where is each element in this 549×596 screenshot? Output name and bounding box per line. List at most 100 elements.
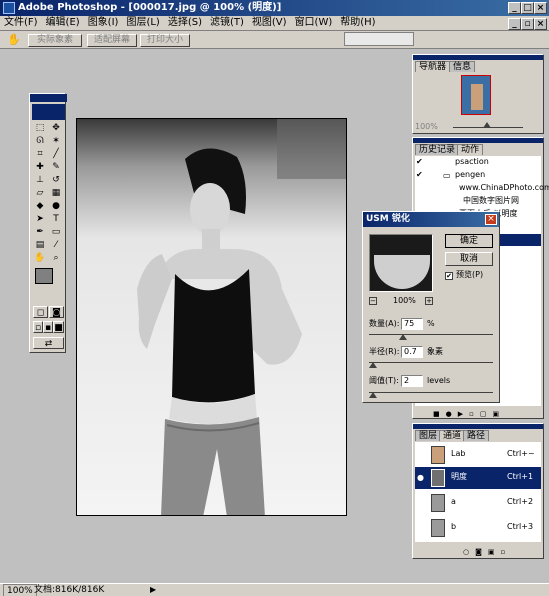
menu-layer[interactable]: 图层(L)	[122, 16, 163, 30]
tab-navigator[interactable]: 导航器	[415, 61, 451, 72]
radius-slider[interactable]	[369, 362, 493, 363]
doc-minimize-icon[interactable]: _	[508, 18, 521, 30]
threshold-label: 阈值(T):	[369, 376, 399, 385]
history-brush-icon[interactable]: ↺	[49, 174, 63, 186]
channel-buttons-row[interactable]: ○◙▣▫	[463, 548, 511, 556]
document-canvas[interactable]	[76, 118, 347, 516]
doc-restore-icon[interactable]: ▫	[521, 18, 534, 30]
action-buttons-row[interactable]: ■●▶▫▢▣	[433, 410, 533, 418]
dialog-close-icon[interactable]: ×	[485, 214, 497, 225]
shape-tool-icon[interactable]: ▭	[49, 226, 63, 238]
zoom-tool-icon[interactable]: ⌕	[49, 252, 63, 264]
amount-slider[interactable]	[369, 334, 493, 335]
action-row[interactable]: 中国数字图片网	[415, 195, 541, 207]
dodge-tool-icon[interactable]: ●	[49, 200, 63, 212]
fit-screen-button[interactable]: 适配屏幕	[87, 34, 137, 47]
maximize-icon[interactable]: □	[521, 2, 534, 14]
channel-row-a[interactable]: a Ctrl+2	[415, 492, 541, 514]
status-arrow-icon[interactable]: ▶	[150, 584, 156, 596]
navigator-slider-thumb[interactable]	[483, 122, 491, 128]
action-row[interactable]: www.ChinaDPhoto.com	[415, 182, 549, 194]
amount-slider-thumb[interactable]	[399, 334, 407, 340]
type-tool-icon[interactable]: T	[49, 213, 63, 225]
threshold-slider-thumb[interactable]	[369, 392, 377, 398]
magic-wand-tool-icon[interactable]: ✶	[49, 135, 63, 147]
path-select-icon[interactable]: ➤	[33, 213, 47, 225]
tab-layers[interactable]: 图层	[415, 430, 442, 441]
tab-info[interactable]: 信息	[449, 61, 476, 72]
close-icon[interactable]: ×	[534, 2, 547, 14]
menu-edit[interactable]: 编辑(E)	[42, 16, 84, 30]
channel-row-b[interactable]: b Ctrl+3	[415, 517, 541, 539]
menu-window[interactable]: 窗口(W)	[291, 16, 337, 30]
foreground-color-swatch[interactable]	[35, 268, 53, 284]
menu-bar: 文件(F) 编辑(E) 图象(I) 图层(L) 选择(S) 滤镜(T) 视图(V) 窗口(W)…	[0, 16, 549, 31]
tab-channels[interactable]: 通道	[439, 430, 466, 441]
history-panel-bar	[413, 138, 543, 143]
ok-button[interactable]: 确定	[445, 234, 493, 248]
channel-row-luminance[interactable]: ● 明度 Ctrl+1	[415, 467, 541, 489]
channel-list: Lab Ctrl+~ ● 明度 Ctrl+1 a Ctrl+2 b Ctrl+3	[415, 442, 541, 542]
status-zoom[interactable]: 100%	[3, 584, 37, 596]
cancel-button[interactable]: 取消	[445, 252, 493, 266]
hand-tool-icon[interactable]: ✋	[4, 33, 24, 47]
checkmark-icon[interactable]: ✔	[416, 170, 423, 179]
blur-tool-icon[interactable]: ◆	[33, 200, 47, 212]
channel-row-lab[interactable]: Lab Ctrl+~	[415, 444, 541, 466]
tab-actions[interactable]: 动作	[457, 144, 484, 155]
doc-close-icon[interactable]: ×	[534, 18, 547, 30]
quickmask-mode-icon[interactable]: ◙	[49, 306, 64, 318]
checkmark-icon[interactable]: ✔	[416, 157, 423, 166]
eyedropper-tool-icon[interactable]: ⁄	[49, 239, 63, 251]
radius-input[interactable]: 0.7	[401, 346, 423, 358]
navigator-thumbnail[interactable]	[461, 75, 491, 115]
hand-icon[interactable]: ✋	[33, 252, 47, 264]
preview-checkbox[interactable]: ✔	[445, 272, 453, 280]
action-row[interactable]: pengen	[415, 169, 541, 181]
amount-input[interactable]: 75	[401, 318, 423, 330]
action-row[interactable]: psaction	[415, 156, 541, 168]
dialog-preview-image[interactable]	[369, 234, 433, 292]
marquee-tool-icon[interactable]: ⬚	[33, 122, 47, 134]
toolbox: ⬚ ✥ ᘏ ✶ ⌗ ╱ ✚ ✎ ⊥ ↺ ▱ ▦ ◆ ● ➤ T ✒ ▭ ▤ ⁄ …	[29, 93, 67, 353]
screen-mode-3-icon[interactable]: ■	[53, 321, 64, 333]
actual-pixels-button[interactable]: 实际象素	[28, 34, 82, 47]
slice-tool-icon[interactable]: ╱	[49, 148, 63, 160]
gradient-tool-icon[interactable]: ▦	[49, 187, 63, 199]
amount-label: 数量(A):	[369, 319, 400, 328]
channel-shortcut: Ctrl+1	[507, 472, 534, 481]
notes-tool-icon[interactable]: ▤	[33, 239, 47, 251]
threshold-unit: levels	[427, 376, 451, 385]
crop-tool-icon[interactable]: ⌗	[33, 148, 47, 160]
zoom-out-icon[interactable]: −	[369, 297, 377, 305]
title-bar: Adobe Photoshop - [000017.jpg @ 100% (明度…	[0, 0, 549, 16]
screen-mode-1-icon[interactable]: ▫	[33, 321, 43, 333]
print-size-button[interactable]: 打印大小	[140, 34, 190, 47]
radius-label: 半径(R):	[369, 347, 400, 356]
menu-help[interactable]: 帮助(H)	[336, 16, 379, 30]
menu-filter[interactable]: 滤镜(T)	[206, 16, 248, 30]
menu-select[interactable]: 选择(S)	[164, 16, 206, 30]
healing-brush-icon[interactable]: ✚	[33, 161, 47, 173]
menu-image[interactable]: 图象(I)	[84, 16, 123, 30]
stamp-tool-icon[interactable]: ⊥	[33, 174, 47, 186]
threshold-input[interactable]: 2	[401, 375, 423, 387]
tab-history[interactable]: 历史记录	[415, 144, 460, 155]
threshold-slider[interactable]	[369, 392, 493, 393]
jump-to-imageready-icon[interactable]: ⇄	[33, 337, 64, 349]
tab-paths[interactable]: 路径	[463, 430, 490, 441]
zoom-in-icon[interactable]: +	[425, 297, 433, 305]
brush-tool-icon[interactable]: ✎	[49, 161, 63, 173]
channel-name: 明度	[451, 472, 467, 481]
move-tool-icon[interactable]: ✥	[49, 122, 63, 134]
screen-mode-2-icon[interactable]: ▪	[43, 321, 53, 333]
eraser-tool-icon[interactable]: ▱	[33, 187, 47, 199]
lasso-tool-icon[interactable]: ᘏ	[33, 135, 47, 147]
pen-tool-icon[interactable]: ✒	[33, 226, 47, 238]
eye-icon[interactable]: ●	[417, 473, 424, 482]
menu-view[interactable]: 视图(V)	[248, 16, 291, 30]
radius-slider-thumb[interactable]	[369, 362, 377, 368]
standard-mode-icon[interactable]: ◻	[33, 306, 48, 318]
minimize-icon[interactable]: _	[508, 2, 521, 14]
menu-file[interactable]: 文件(F)	[0, 16, 42, 30]
